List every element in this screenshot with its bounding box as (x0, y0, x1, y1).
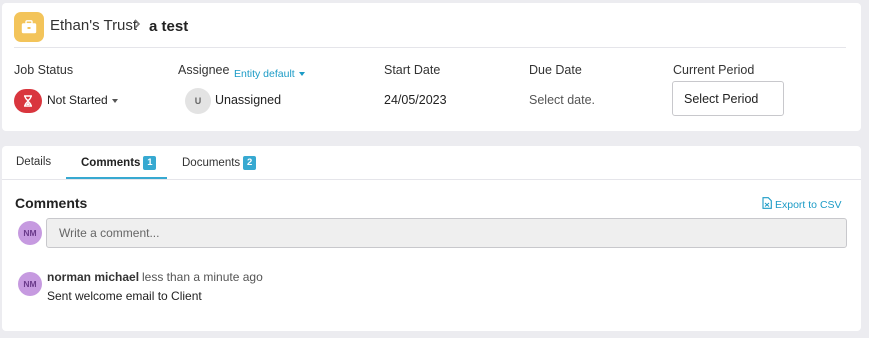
export-csv-label: Export to CSV (775, 198, 842, 211)
assignee-default-label: Entity default (234, 68, 295, 80)
tab-documents-label: Documents (182, 157, 241, 170)
avatar: NM (18, 272, 42, 296)
tabs-divider (2, 179, 861, 180)
assignee-label: Assignee (178, 63, 230, 77)
export-csv-link[interactable]: Export to CSV (762, 197, 842, 212)
comment-author: norman michael (47, 270, 140, 284)
due-date-label: Due Date (529, 63, 582, 77)
hourglass-icon[interactable] (14, 89, 42, 113)
page-title: a test (149, 18, 189, 35)
comment-timestamp: less than a minute ago (142, 270, 263, 284)
tab-details[interactable]: Details (16, 156, 51, 168)
assignee-value[interactable]: Unassigned (215, 93, 281, 107)
chevron-down-icon (111, 98, 118, 103)
comment-body: Sent welcome email to Client (47, 289, 202, 303)
assignee-default-dropdown[interactable]: Entity default (234, 68, 305, 80)
chevron-down-icon (298, 72, 305, 77)
select-period-button[interactable]: Select Period (672, 81, 784, 116)
job-status-label: Job Status (14, 63, 74, 77)
tab-comments-label: Comments (81, 157, 141, 170)
tab-details-label: Details (16, 156, 52, 168)
file-export-icon (762, 197, 772, 212)
due-date-picker[interactable]: Select date. (529, 93, 595, 107)
start-date-value[interactable]: 24/05/2023 (384, 93, 447, 107)
current-period-label: Current Period (673, 63, 755, 77)
tab-comments[interactable]: Comments 1 (81, 156, 157, 170)
job-status-value: Not Started (47, 93, 108, 107)
comments-count-badge: 1 (143, 156, 157, 170)
tab-documents[interactable]: Documents 2 (182, 156, 257, 170)
avatar: U (185, 88, 211, 114)
breadcrumb-entity[interactable]: Ethan's Trust (50, 17, 137, 34)
breadcrumb-separator-icon (132, 16, 142, 36)
avatar: NM (18, 221, 42, 245)
documents-count-badge: 2 (243, 156, 257, 170)
comments-title: Comments (15, 195, 88, 211)
header-divider (14, 47, 846, 48)
comment-input[interactable] (46, 218, 847, 248)
briefcase-icon (14, 12, 44, 42)
start-date-label: Start Date (384, 63, 441, 77)
job-status-dropdown[interactable]: Not Started (47, 93, 118, 107)
